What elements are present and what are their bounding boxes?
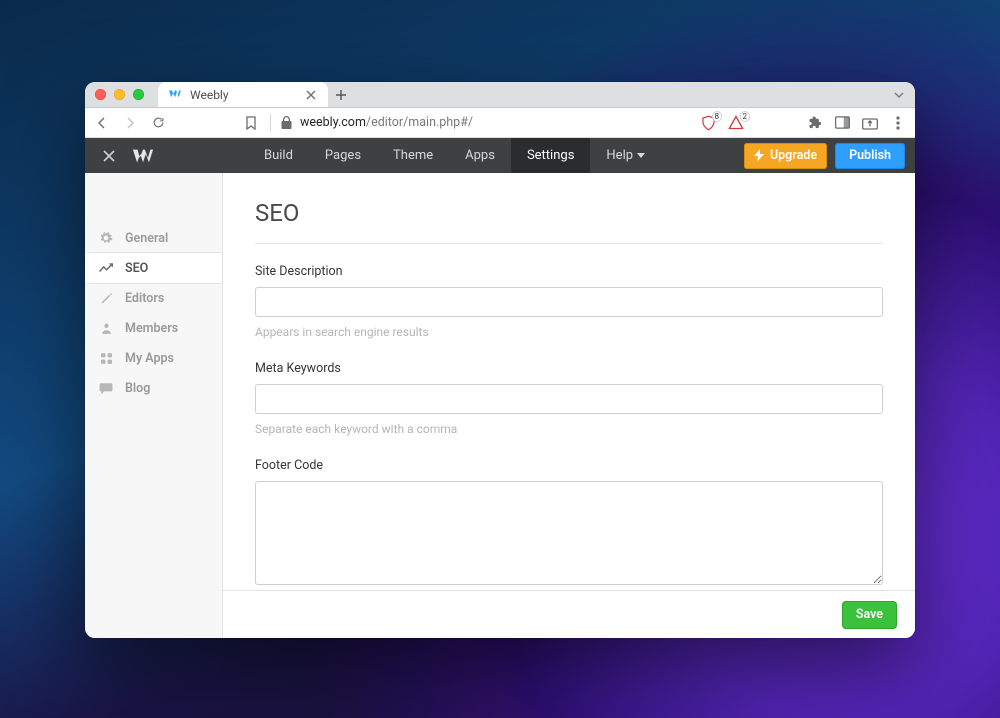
sidebar-label: Editors	[125, 291, 164, 306]
upgrade-button[interactable]: Upgrade	[744, 143, 827, 169]
label-site-description: Site Description	[255, 264, 883, 279]
hint-meta-keywords: Separate each keyword with a comma	[255, 422, 883, 436]
warning-extension-icon[interactable]: 2	[727, 114, 745, 132]
trend-icon	[99, 261, 113, 275]
nav-reload-button[interactable]	[149, 114, 167, 132]
weebly-logo-icon[interactable]	[123, 147, 163, 165]
save-button[interactable]: Save	[842, 601, 897, 629]
nav-help[interactable]: Help	[590, 138, 661, 173]
hint-site-description: Appears in search engine results	[255, 325, 883, 339]
chevron-down-icon	[637, 153, 645, 158]
label-footer-code: Footer Code	[255, 458, 883, 473]
person-icon	[99, 321, 113, 335]
chat-icon	[99, 381, 113, 395]
nav-theme[interactable]: Theme	[377, 138, 449, 173]
nav-build[interactable]: Build	[248, 138, 309, 173]
sidebar-label: General	[125, 231, 168, 246]
settings-main: SEO Site Description Appears in search e…	[223, 173, 915, 638]
textarea-footer-code[interactable]	[255, 481, 883, 585]
nav-settings[interactable]: Settings	[511, 138, 590, 173]
sidebar-item-members[interactable]: Members	[85, 313, 222, 343]
warning-badge-count: 2	[740, 111, 751, 122]
toolbar-divider	[270, 114, 271, 132]
sidebar-label: My Apps	[125, 351, 174, 366]
settings-sidebar: General SEO Editors Members	[85, 173, 223, 638]
tab-favicon	[168, 88, 182, 102]
field-meta-keywords: Meta Keywords Separate each keyword with…	[255, 361, 883, 436]
nav-apps[interactable]: Apps	[449, 138, 511, 173]
url-host: weebly.com	[300, 115, 366, 130]
shield-badge-count: 8	[712, 111, 723, 122]
url-toolbar: weebly.com/editor/main.php#/ 8 2	[85, 108, 915, 138]
sidebar-label: Members	[125, 321, 178, 336]
footer-bar: Save	[223, 590, 915, 638]
extensions-puzzle-icon[interactable]	[805, 114, 823, 132]
address-bar[interactable]: weebly.com/editor/main.php#/	[281, 115, 473, 130]
panel-icon[interactable]	[833, 114, 851, 132]
label-meta-keywords: Meta Keywords	[255, 361, 883, 376]
url-path: /editor/main.php#/	[366, 115, 473, 130]
page-title: SEO	[255, 199, 883, 244]
update-icon[interactable]	[861, 114, 879, 132]
lock-icon	[281, 116, 292, 129]
sidebar-item-seo[interactable]: SEO	[85, 253, 222, 283]
window-zoom-button[interactable]	[133, 89, 144, 100]
browser-window: Weebly	[85, 82, 915, 638]
shield-extension-icon[interactable]: 8	[699, 114, 717, 132]
nav-forward-button[interactable]	[121, 114, 139, 132]
sidebar-label: SEO	[125, 261, 148, 276]
tab-title: Weebly	[190, 88, 229, 102]
input-meta-keywords[interactable]	[255, 384, 883, 414]
browser-tab[interactable]: Weebly	[158, 82, 328, 108]
nav-pages[interactable]: Pages	[309, 138, 377, 173]
publish-button[interactable]: Publish	[835, 143, 905, 169]
window-close-button[interactable]	[95, 89, 106, 100]
input-site-description[interactable]	[255, 287, 883, 317]
pencil-icon	[99, 291, 113, 305]
window-controls	[95, 89, 144, 100]
tab-overflow-icon[interactable]	[893, 89, 915, 101]
grid-icon	[99, 351, 113, 365]
sidebar-item-myapps[interactable]: My Apps	[85, 343, 222, 373]
tab-close-icon[interactable]	[304, 88, 318, 102]
nav-back-button[interactable]	[93, 114, 111, 132]
sidebar-label: Blog	[125, 381, 150, 396]
browser-menu-icon[interactable]	[889, 114, 907, 132]
sidebar-item-blog[interactable]: Blog	[85, 373, 222, 403]
app-nav: Build Pages Theme Apps Settings Help	[248, 138, 661, 173]
bolt-icon	[754, 149, 764, 162]
field-footer-code: Footer Code ex. Google Analytics trackin…	[255, 458, 883, 611]
window-minimize-button[interactable]	[114, 89, 125, 100]
extension-icons: 8 2	[699, 114, 745, 132]
titlebar: Weebly	[85, 82, 915, 108]
workspace: General SEO Editors Members	[85, 173, 915, 638]
field-site-description: Site Description Appears in search engin…	[255, 264, 883, 339]
bookmark-icon[interactable]	[242, 114, 260, 132]
sidebar-item-general[interactable]: General	[85, 223, 222, 253]
new-tab-button[interactable]	[328, 82, 354, 108]
gear-icon	[99, 231, 113, 245]
app-header: Build Pages Theme Apps Settings Help Upg…	[85, 138, 915, 173]
sidebar-item-editors[interactable]: Editors	[85, 283, 222, 313]
app-close-icon[interactable]	[95, 138, 123, 173]
